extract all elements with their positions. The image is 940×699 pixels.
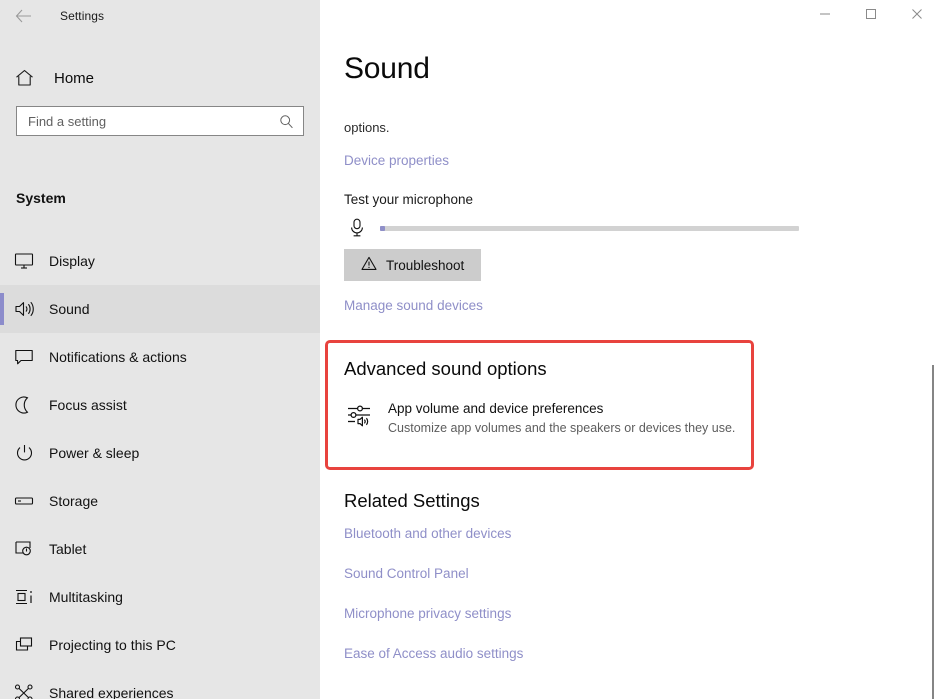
notification-icon bbox=[0, 348, 48, 366]
scrollbar-thumb[interactable] bbox=[932, 365, 934, 699]
related-link-microphone-privacy[interactable]: Microphone privacy settings bbox=[344, 606, 523, 621]
advanced-sound-options-title: Advanced sound options bbox=[344, 358, 547, 379]
device-properties-link[interactable]: Device properties bbox=[344, 153, 449, 168]
related-link-sound-control-panel[interactable]: Sound Control Panel bbox=[344, 566, 523, 581]
sidebar-item-tablet[interactable]: Tablet bbox=[0, 525, 320, 573]
sidebar: Home System bbox=[0, 32, 320, 699]
app-volume-device-preferences-item[interactable]: App volume and device preferences Custom… bbox=[344, 399, 744, 437]
sidebar-item-sound[interactable]: Sound bbox=[0, 285, 320, 333]
moon-icon bbox=[0, 396, 48, 414]
sidebar-item-label: Display bbox=[49, 253, 95, 269]
multitasking-icon bbox=[0, 588, 48, 606]
sidebar-item-label: Projecting to this PC bbox=[49, 637, 176, 653]
speaker-icon bbox=[0, 300, 48, 318]
app-title: Settings bbox=[60, 9, 105, 23]
search-icon[interactable] bbox=[279, 114, 297, 129]
related-settings-links: Bluetooth and other devices Sound Contro… bbox=[344, 526, 523, 661]
shared-experiences-icon bbox=[0, 684, 48, 699]
sidebar-item-label: Tablet bbox=[49, 541, 87, 557]
maximize-icon bbox=[865, 7, 877, 25]
storage-icon bbox=[0, 492, 48, 510]
sidebar-group-title: System bbox=[16, 190, 66, 206]
title-bar-left: Settings bbox=[0, 0, 320, 32]
monitor-icon bbox=[0, 252, 48, 270]
microphone-level-fill bbox=[380, 225, 385, 231]
sidebar-item-power-sleep[interactable]: Power & sleep bbox=[0, 429, 320, 477]
app-volume-text-block: App volume and device preferences Custom… bbox=[388, 399, 735, 437]
sidebar-item-notifications[interactable]: Notifications & actions bbox=[0, 333, 320, 381]
sidebar-item-focus-assist[interactable]: Focus assist bbox=[0, 381, 320, 429]
close-button[interactable] bbox=[894, 0, 940, 32]
related-link-ease-of-access-audio[interactable]: Ease of Access audio settings bbox=[344, 646, 523, 661]
sidebar-nav-list: Display Sound Notifications & actions Fo… bbox=[0, 237, 320, 699]
title-bar-right bbox=[320, 0, 940, 32]
page-title: Sound bbox=[344, 52, 430, 85]
sidebar-item-display[interactable]: Display bbox=[0, 237, 320, 285]
search-box[interactable] bbox=[16, 106, 304, 136]
microphone-level-row bbox=[344, 215, 799, 241]
sidebar-item-label: Multitasking bbox=[49, 589, 123, 605]
sidebar-item-storage[interactable]: Storage bbox=[0, 477, 320, 525]
troubleshoot-button[interactable]: Troubleshoot bbox=[344, 249, 482, 281]
minimize-icon bbox=[819, 7, 831, 25]
manage-sound-devices-link[interactable]: Manage sound devices bbox=[344, 298, 483, 313]
main-content: Sound options. Device properties Test yo… bbox=[320, 32, 940, 699]
troubleshoot-button-label: Troubleshoot bbox=[386, 257, 465, 273]
app-volume-description: Customize app volumes and the speakers o… bbox=[388, 421, 736, 435]
home-icon bbox=[0, 69, 48, 87]
sidebar-item-multitasking[interactable]: Multitasking bbox=[0, 573, 320, 621]
truncated-description-text: options. bbox=[344, 120, 390, 135]
power-icon bbox=[0, 444, 48, 462]
sidebar-item-shared-experiences[interactable]: Shared experiences bbox=[0, 669, 320, 699]
title-bar: Settings bbox=[0, 0, 940, 32]
sidebar-item-label: Power & sleep bbox=[49, 445, 140, 461]
related-settings-title: Related Settings bbox=[344, 490, 480, 511]
sidebar-item-label: Notifications & actions bbox=[49, 349, 187, 365]
mixer-icon bbox=[344, 399, 376, 427]
sidebar-item-label: Focus assist bbox=[49, 397, 127, 413]
back-button[interactable] bbox=[0, 0, 46, 32]
search-input[interactable] bbox=[28, 113, 279, 129]
related-link-bluetooth[interactable]: Bluetooth and other devices bbox=[344, 526, 523, 541]
search-container bbox=[16, 106, 304, 136]
warning-triangle-icon bbox=[361, 256, 377, 274]
sidebar-item-label: Sound bbox=[49, 301, 90, 317]
projecting-icon bbox=[0, 636, 48, 654]
sidebar-item-projecting[interactable]: Projecting to this PC bbox=[0, 621, 320, 669]
sidebar-item-label: Storage bbox=[49, 493, 99, 509]
sidebar-home-label: Home bbox=[54, 69, 95, 87]
microphone-level-meter bbox=[380, 225, 799, 231]
back-arrow-icon bbox=[15, 9, 32, 23]
vertical-scrollbar[interactable] bbox=[924, 32, 940, 699]
sidebar-item-label: Shared experiences bbox=[49, 685, 174, 699]
settings-window: Settings Home Find a setting System Disp… bbox=[0, 0, 940, 699]
microphone-icon bbox=[344, 218, 370, 238]
test-microphone-label: Test your microphone bbox=[344, 192, 474, 207]
minimize-button[interactable] bbox=[802, 0, 848, 32]
close-icon bbox=[911, 7, 923, 25]
tablet-icon bbox=[0, 540, 48, 558]
sidebar-item-home[interactable]: Home bbox=[0, 58, 320, 98]
maximize-button[interactable] bbox=[848, 0, 894, 32]
app-volume-title: App volume and device preferences bbox=[388, 401, 604, 416]
